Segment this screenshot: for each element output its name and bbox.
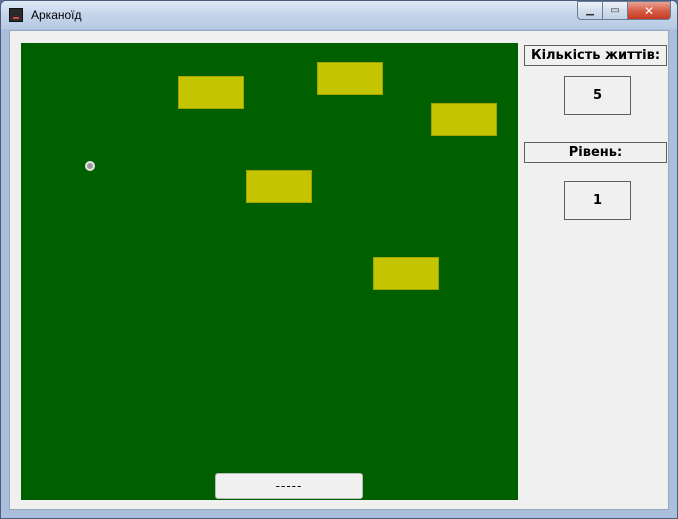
brick: [373, 257, 439, 290]
brick: [431, 103, 497, 136]
caption-buttons: ▁ ▭ ✕: [577, 1, 671, 20]
minimize-icon: ▁: [586, 5, 594, 16]
game-field[interactable]: -----: [21, 43, 518, 500]
brick: [317, 62, 383, 95]
level-label: Рівень:: [524, 142, 667, 163]
lives-value: 5: [564, 76, 631, 115]
maximize-button[interactable]: ▭: [603, 1, 628, 20]
close-button[interactable]: ✕: [628, 1, 671, 20]
brick: [178, 76, 244, 109]
app-icon: [9, 8, 23, 22]
title-bar[interactable]: Арканоїд ▁ ▭ ✕: [1, 1, 677, 29]
close-icon: ✕: [643, 3, 655, 18]
maximize-icon: ▭: [610, 5, 620, 16]
ball: [85, 161, 95, 171]
game-window: Арканоїд ▁ ▭ ✕ ----- Кількість життів: 5…: [0, 0, 678, 519]
lives-label: Кількість життів:: [524, 45, 667, 66]
level-value: 1: [564, 181, 631, 220]
window-title: Арканоїд: [31, 8, 82, 22]
brick: [246, 170, 312, 203]
minimize-button[interactable]: ▁: [577, 1, 603, 20]
client-area: ----- Кількість життів: 5 Рівень: 1: [9, 30, 669, 510]
paddle[interactable]: -----: [215, 473, 363, 499]
